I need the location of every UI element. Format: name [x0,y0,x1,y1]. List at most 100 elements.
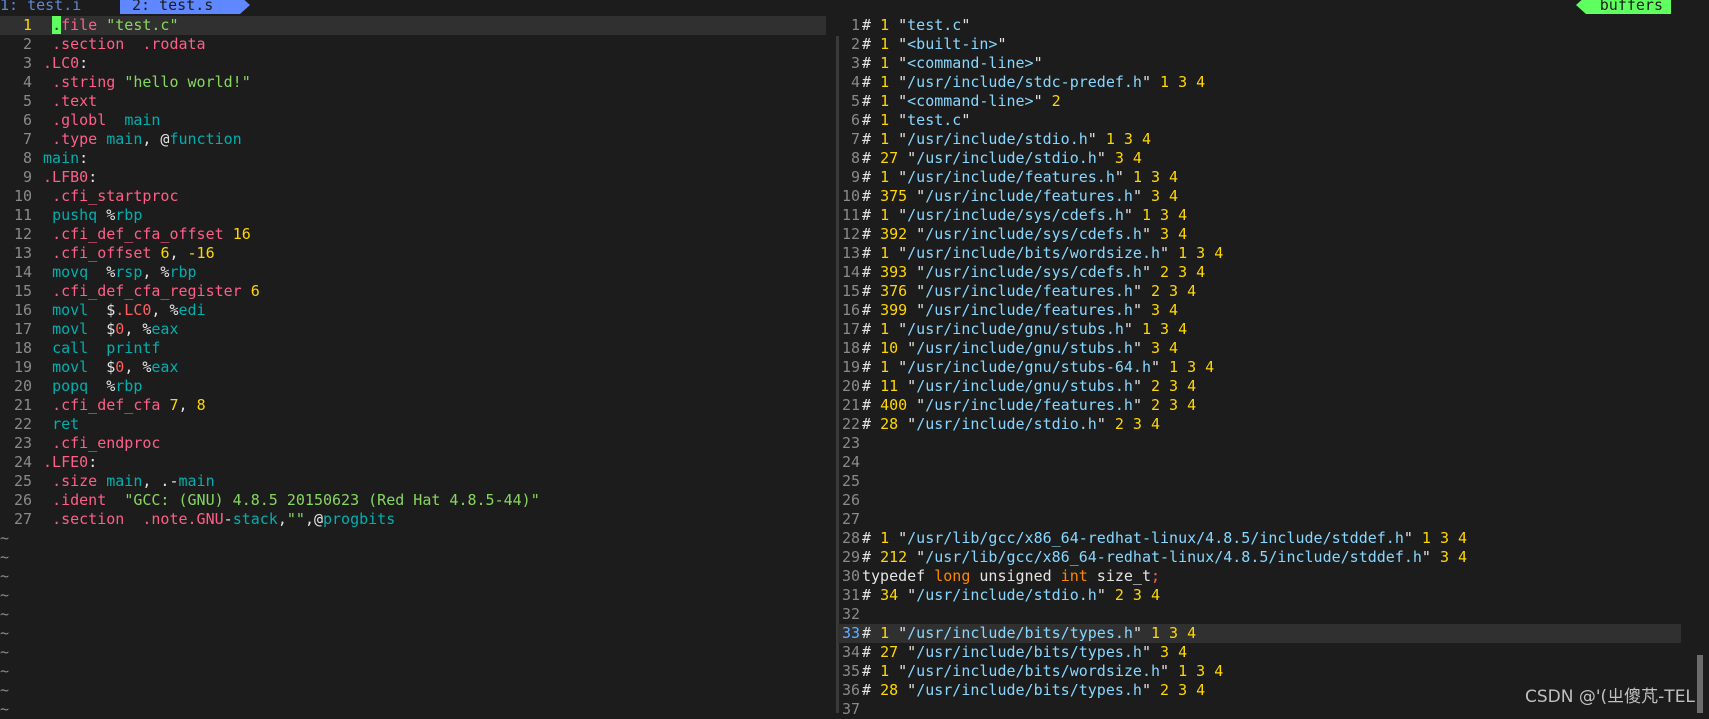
line-number: 19 [13,358,32,376]
code-line[interactable]: 11 # 1 "/usr/include/sys/cdefs.h" 1 3 4 [838,206,1681,225]
line-number: 3 [22,54,32,72]
code-line[interactable]: 1 # 1 "test.c" [838,16,1681,35]
line-number: 12 [13,225,32,243]
code-line[interactable]: 13 .cfi_offset 6, -16 [0,244,826,263]
line-number: 1 [22,16,32,34]
tab-test-s[interactable]: 2: test.s [120,0,250,14]
code-line[interactable]: 15 .cfi_def_cfa_register 6 [0,282,826,301]
line-text: # 212 "/usr/lib/gcc/x86_64-redhat-linux/… [862,548,1468,566]
line-number: 32 [841,605,860,623]
code-line[interactable]: 6 # 1 "test.c" [838,111,1681,130]
line-number: 6 [22,111,32,129]
line-text: # 399 "/usr/include/features.h" 3 4 [862,301,1179,319]
line-number: 4 [850,73,860,91]
code-line[interactable]: 12 # 392 "/usr/include/sys/cdefs.h" 3 4 [838,225,1681,244]
code-line[interactable]: 9 .LFB0: [0,168,826,187]
code-line[interactable]: 19 # 1 "/usr/include/gnu/stubs-64.h" 1 3 … [838,358,1681,377]
code-line[interactable]: 3 .LC0: [0,54,826,73]
code-line[interactable]: 8 # 27 "/usr/include/stdio.h" 3 4 [838,149,1681,168]
code-line[interactable]: 20 # 11 "/usr/include/gnu/stubs.h" 2 3 4 [838,377,1681,396]
code-line[interactable]: 7 .type main, @function [0,130,826,149]
code-line[interactable]: 20 popq %rbp [0,377,826,396]
line-number: 24 [841,453,860,471]
line-text: .LFE0: [43,453,98,471]
code-line[interactable]: 35 # 1 "/usr/include/bits/wordsize.h" 1 3… [838,662,1681,681]
code-line[interactable]: 6 .globl main [0,111,826,130]
code-line[interactable]: 2 # 1 "<built-in>" [838,35,1681,54]
code-line[interactable]: 22 # 28 "/usr/include/stdio.h" 2 3 4 [838,415,1681,434]
code-line[interactable]: 33 # 1 "/usr/include/bits/types.h" 1 3 4 [838,624,1681,643]
code-line[interactable]: 10 # 375 "/usr/include/features.h" 3 4 [838,187,1681,206]
code-line[interactable]: 30 typedef long unsigned int size_t; [838,567,1681,586]
code-line[interactable]: 12 .cfi_def_cfa_offset 16 [0,225,826,244]
tab-test-i[interactable]: 1: test.i [0,0,120,14]
scrollbar-thumb[interactable] [1697,655,1703,713]
line-text: movq %rsp, %rbp [52,263,197,281]
line-text: # 10 "/usr/include/gnu/stubs.h" 3 4 [862,339,1179,357]
editor-pane-test-s[interactable]: 1 .file "test.c" 2 .section .rodata 3 .LC0… [0,16,826,719]
code-line[interactable]: 28 # 1 "/usr/lib/gcc/x86_64-redhat-linux/… [838,529,1681,548]
code-line[interactable]: 26 [838,491,1681,510]
code-line[interactable]: 27 [838,510,1681,529]
code-line[interactable]: 10 .cfi_startproc [0,187,826,206]
code-line[interactable]: 29 # 212 "/usr/lib/gcc/x86_64-redhat-linu… [838,548,1681,567]
line-text: main: [43,149,89,167]
code-line[interactable]: 23 .cfi_endproc [0,434,826,453]
code-line[interactable]: 1 .file "test.c" [0,16,826,35]
line-number: 25 [841,472,860,490]
line-number: 24 [13,453,32,471]
tabline: 1: test.i 2: test.s buffers [0,0,1709,14]
code-line[interactable]: 3 # 1 "<command-line>" [838,54,1681,73]
line-text: .ident "GCC: (GNU) 4.8.5 20150623 (Red H… [52,491,540,509]
code-line[interactable]: 27 .section .note.GNU-stack,"",@progbits [0,510,826,529]
line-number: 28 [841,529,860,547]
code-line[interactable]: 5 # 1 "<command-line>" 2 [838,92,1681,111]
empty-line-marker: ~ [0,662,10,680]
code-line[interactable]: 26 .ident "GCC: (GNU) 4.8.5 20150623 (Re… [0,491,826,510]
code-line[interactable]: 8 main: [0,149,826,168]
line-text: call printf [52,339,161,357]
line-number: 21 [13,396,32,414]
code-line[interactable]: 24 .LFE0: [0,453,826,472]
code-line[interactable]: 4 # 1 "/usr/include/stdc-predef.h" 1 3 4 [838,73,1681,92]
line-number: 16 [13,301,32,319]
code-line[interactable]: 23 [838,434,1681,453]
code-line[interactable]: 11 pushq %rbp [0,206,826,225]
code-line[interactable]: 32 [838,605,1681,624]
code-line[interactable]: 18 call printf [0,339,826,358]
empty-line-marker: ~ [0,700,10,718]
code-line[interactable]: 17 movl $0, %eax [0,320,826,339]
code-line[interactable]: 2 .section .rodata [0,35,826,54]
code-line[interactable]: 21 # 400 "/usr/include/features.h" 2 3 4 [838,396,1681,415]
code-line[interactable]: 18 # 10 "/usr/include/gnu/stubs.h" 3 4 [838,339,1681,358]
code-line[interactable]: 17 # 1 "/usr/include/gnu/stubs.h" 1 3 4 [838,320,1681,339]
line-number: 5 [22,92,32,110]
line-number: 14 [841,263,860,281]
code-line[interactable]: 19 movl $0, %eax [0,358,826,377]
line-number: 20 [13,377,32,395]
code-line[interactable]: 13 # 1 "/usr/include/bits/wordsize.h" 1 3… [838,244,1681,263]
code-line[interactable]: 34 # 27 "/usr/include/bits/types.h" 3 4 [838,643,1681,662]
code-line[interactable]: 16 movl $.LC0, %edi [0,301,826,320]
code-line[interactable]: 7 # 1 "/usr/include/stdio.h" 1 3 4 [838,130,1681,149]
line-number: 30 [841,567,860,585]
code-line[interactable]: 15 # 376 "/usr/include/features.h" 2 3 4 [838,282,1681,301]
code-line[interactable]: 21 .cfi_def_cfa 7, 8 [0,396,826,415]
code-line[interactable]: 24 [838,453,1681,472]
code-line[interactable]: 14 movq %rsp, %rbp [0,263,826,282]
code-line[interactable]: 16 # 399 "/usr/include/features.h" 3 4 [838,301,1681,320]
code-line[interactable]: 25 [838,472,1681,491]
code-line[interactable]: 25 .size main, .-main [0,472,826,491]
line-number: 2 [22,35,32,53]
code-line[interactable]: 9 # 1 "/usr/include/features.h" 1 3 4 [838,168,1681,187]
code-line[interactable]: 22 ret [0,415,826,434]
editor-pane-test-i[interactable]: 1 # 1 "test.c" 2 # 1 "<built-in>" 3 # 1 "<com… [838,16,1681,719]
line-number: 14 [13,263,32,281]
empty-line-marker: ~ [0,624,10,642]
line-text: .cfi_endproc [52,434,161,452]
code-line[interactable]: 4 .string "hello world!" [0,73,826,92]
code-line[interactable]: 14 # 393 "/usr/include/sys/cdefs.h" 2 3 4 [838,263,1681,282]
line-number: 22 [13,415,32,433]
code-line[interactable]: 31 # 34 "/usr/include/stdio.h" 2 3 4 [838,586,1681,605]
code-line[interactable]: 5 .text [0,92,826,111]
